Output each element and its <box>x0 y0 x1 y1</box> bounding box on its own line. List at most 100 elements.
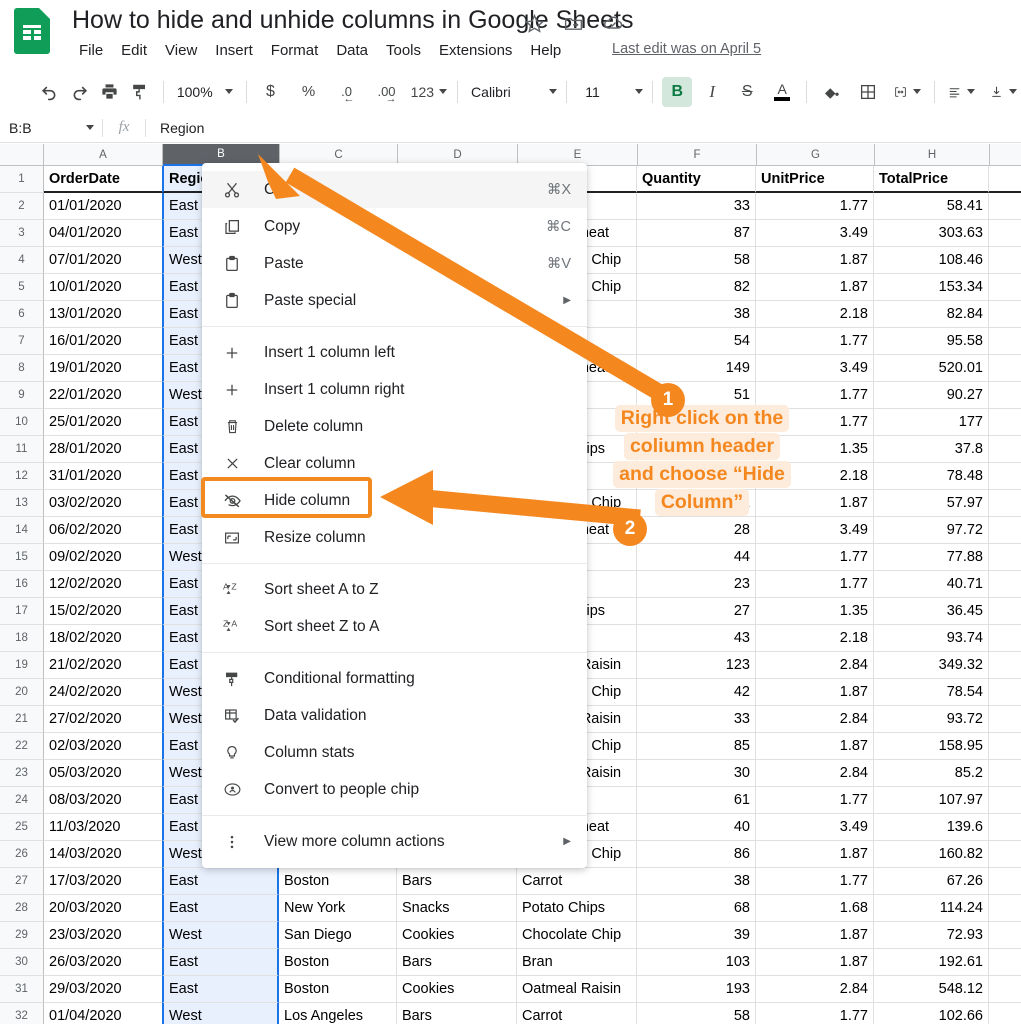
cell[interactable] <box>989 598 1021 625</box>
cell[interactable]: 57.97 <box>874 490 989 517</box>
cell[interactable]: 107.97 <box>874 787 989 814</box>
cell[interactable]: 153.34 <box>874 274 989 301</box>
row-header-26[interactable]: 26 <box>0 841 44 868</box>
row-header-20[interactable]: 20 <box>0 679 44 706</box>
cell[interactable]: 01/01/2020 <box>44 193 163 220</box>
cell[interactable]: 02/03/2020 <box>44 733 163 760</box>
row-header-25[interactable]: 25 <box>0 814 44 841</box>
horizontal-align-icon[interactable] <box>944 77 979 107</box>
cell[interactable]: Carrot <box>517 1003 637 1024</box>
row-header-3[interactable]: 3 <box>0 220 44 247</box>
cell[interactable]: 1.87 <box>756 841 874 868</box>
menu-item-data-validation[interactable]: Data validation <box>202 697 587 734</box>
cell[interactable] <box>989 274 1021 301</box>
cell[interactable]: 36 <box>637 463 756 490</box>
chevron-down-icon[interactable] <box>635 89 644 94</box>
cell[interactable]: 3.49 <box>756 220 874 247</box>
cell[interactable] <box>989 625 1021 652</box>
cell[interactable] <box>989 652 1021 679</box>
cell[interactable]: 12/02/2020 <box>44 571 163 598</box>
percent-format-button[interactable]: % <box>294 77 324 107</box>
cell[interactable]: 1.87 <box>756 679 874 706</box>
cell[interactable]: 68 <box>637 895 756 922</box>
cell[interactable]: West <box>162 1003 279 1024</box>
cloud-saved-icon[interactable] <box>602 12 624 34</box>
cell[interactable]: 01/04/2020 <box>44 1003 163 1024</box>
cell[interactable]: 123 <box>637 652 756 679</box>
cell[interactable]: 58.41 <box>874 193 989 220</box>
cell[interactable]: 08/03/2020 <box>44 787 163 814</box>
menu-item-paste[interactable]: Paste ⌘V <box>202 245 587 282</box>
cell[interactable] <box>989 895 1021 922</box>
cell[interactable] <box>989 247 1021 274</box>
paint-format-icon[interactable] <box>124 77 154 107</box>
cell[interactable]: 15/02/2020 <box>44 598 163 625</box>
column-context-menu[interactable]: Cut ⌘X Copy ⌘C Paste ⌘V Paste special ▶ Insert 1… <box>202 163 587 868</box>
cell[interactable] <box>989 706 1021 733</box>
font-family-selector[interactable]: Calibri <box>467 84 549 100</box>
strikethrough-button[interactable]: S <box>732 77 762 107</box>
cell[interactable]: 22/01/2020 <box>44 382 163 409</box>
cell[interactable]: UnitPrice <box>756 166 874 193</box>
row-header-18[interactable]: 18 <box>0 625 44 652</box>
cell[interactable]: 06/02/2020 <box>44 517 163 544</box>
cell[interactable]: 520.01 <box>874 355 989 382</box>
row-header-32[interactable]: 32 <box>0 1003 44 1024</box>
cell[interactable]: Potato Chips <box>517 895 637 922</box>
cell[interactable]: 158.95 <box>874 733 989 760</box>
cell[interactable]: 3.49 <box>756 517 874 544</box>
star-icon[interactable] <box>524 13 545 34</box>
menu-extensions[interactable]: Extensions <box>430 39 521 62</box>
cell[interactable]: 43 <box>637 625 756 652</box>
menu-item-sort-sheet-a-to-z[interactable]: A Z Sort sheet A to Z <box>202 571 587 608</box>
row-header-7[interactable]: 7 <box>0 328 44 355</box>
cell[interactable]: Boston <box>279 949 397 976</box>
cell[interactable]: 33 <box>637 193 756 220</box>
undo-icon[interactable] <box>34 77 64 107</box>
cell[interactable]: Boston <box>279 976 397 1003</box>
cell[interactable]: 2.84 <box>756 976 874 1003</box>
cell[interactable]: 2.18 <box>756 463 874 490</box>
cell[interactable] <box>989 922 1021 949</box>
cell[interactable]: 09/02/2020 <box>44 544 163 571</box>
menu-file[interactable]: File <box>70 39 112 62</box>
cell[interactable]: 2.84 <box>756 652 874 679</box>
cell[interactable]: 3.49 <box>756 814 874 841</box>
cell[interactable] <box>989 544 1021 571</box>
row-header-8[interactable]: 8 <box>0 355 44 382</box>
cell[interactable]: Carrot <box>517 868 637 895</box>
cell[interactable]: 82.84 <box>874 301 989 328</box>
cell[interactable]: 54 <box>637 328 756 355</box>
menu-item-conditional-formatting[interactable]: Conditional formatting <box>202 660 587 697</box>
row-header-12[interactable]: 12 <box>0 463 44 490</box>
decrease-decimal-button[interactable]: .0 ← <box>332 77 362 107</box>
cell[interactable]: 38 <box>637 868 756 895</box>
cell[interactable]: 61 <box>637 787 756 814</box>
cell[interactable]: 38 <box>637 301 756 328</box>
cell[interactable]: 1.87 <box>756 733 874 760</box>
row-header-15[interactable]: 15 <box>0 544 44 571</box>
increase-decimal-button[interactable]: .00 → <box>372 77 402 107</box>
cell[interactable]: 100 <box>637 409 756 436</box>
column-header-g[interactable]: G <box>757 144 875 166</box>
print-icon[interactable] <box>94 77 124 107</box>
cell[interactable]: 78.48 <box>874 463 989 490</box>
cell[interactable] <box>989 193 1021 220</box>
cell[interactable]: 36.45 <box>874 598 989 625</box>
cell[interactable]: 18/02/2020 <box>44 625 163 652</box>
column-header-f[interactable]: F <box>638 144 757 166</box>
menu-item-cut[interactable]: Cut ⌘X <box>202 171 587 208</box>
menu-view[interactable]: View <box>156 39 206 62</box>
row-header-11[interactable]: 11 <box>0 436 44 463</box>
cell[interactable] <box>989 166 1021 193</box>
cell[interactable]: 1.35 <box>756 436 874 463</box>
row-header-5[interactable]: 5 <box>0 274 44 301</box>
cell[interactable]: 1.87 <box>756 949 874 976</box>
cell[interactable]: 1.77 <box>756 193 874 220</box>
cell[interactable]: 1.77 <box>756 544 874 571</box>
row-header-16[interactable]: 16 <box>0 571 44 598</box>
row-header-4[interactable]: 4 <box>0 247 44 274</box>
menu-item-column-stats[interactable]: Column stats <box>202 734 587 771</box>
cell[interactable] <box>989 949 1021 976</box>
cell[interactable]: 58 <box>637 247 756 274</box>
